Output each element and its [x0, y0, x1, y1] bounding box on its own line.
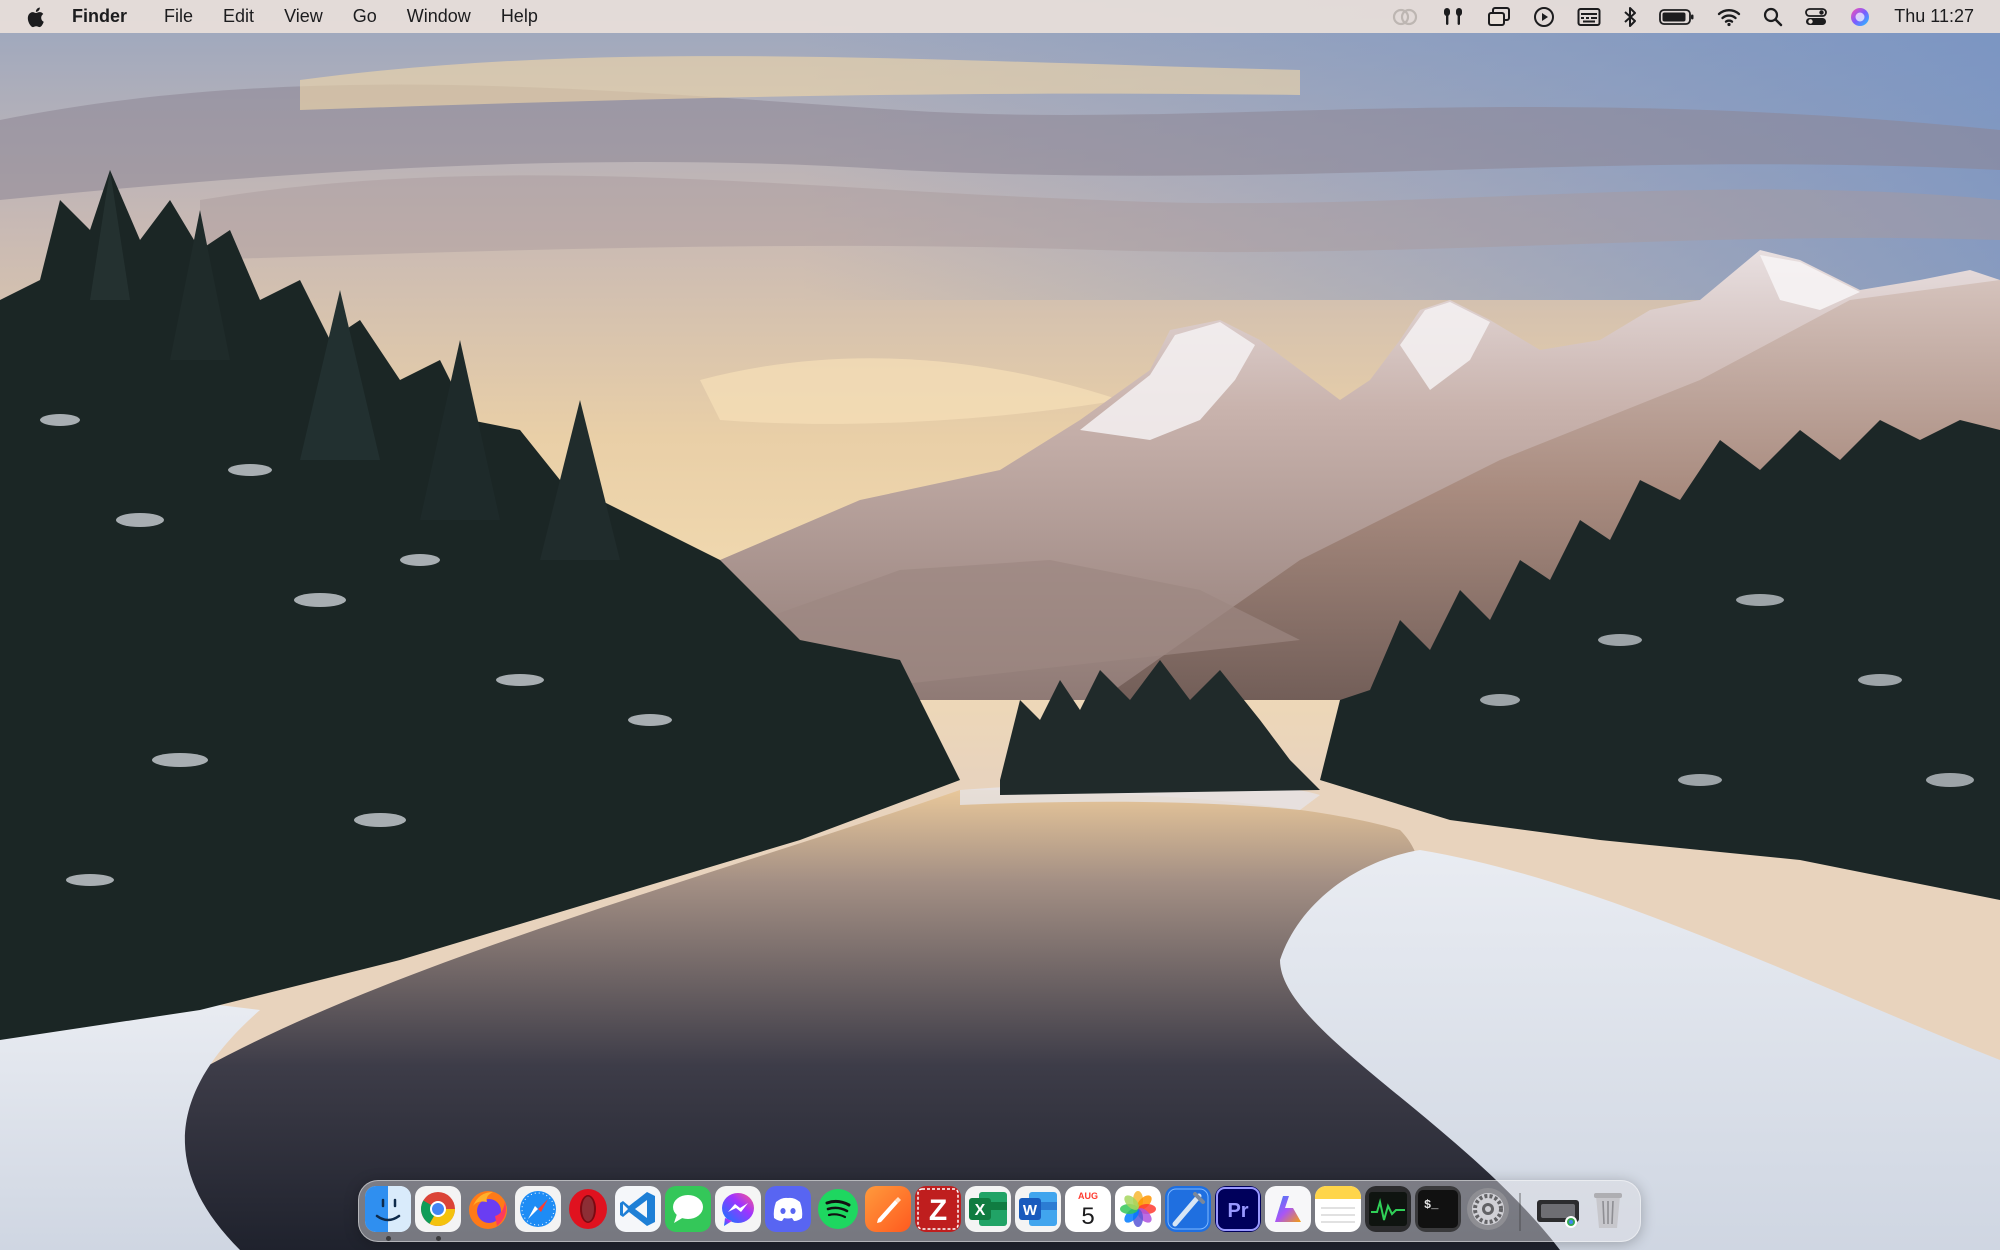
- vscode-icon[interactable]: [615, 1186, 661, 1232]
- wifi-icon[interactable]: [1717, 0, 1741, 33]
- menu-bar-clock[interactable]: Thu 11:27: [1894, 6, 1974, 27]
- dock: Z X W AUG 5 Pr $_: [358, 1180, 1641, 1242]
- menu-bar-status-area: Thu 11:27: [1380, 0, 2000, 33]
- excel-icon[interactable]: X: [965, 1186, 1011, 1232]
- word-icon[interactable]: W: [1015, 1186, 1061, 1232]
- opera-icon[interactable]: [565, 1186, 611, 1232]
- keyboard-input-icon[interactable]: [1577, 0, 1601, 33]
- menu-window[interactable]: Window: [392, 0, 486, 33]
- filezilla-icon[interactable]: Z: [915, 1186, 961, 1232]
- system-settings-icon[interactable]: [1465, 1186, 1511, 1232]
- terminal-icon[interactable]: $_: [1415, 1186, 1461, 1232]
- menu-view[interactable]: View: [269, 0, 338, 33]
- copilot-icon[interactable]: [1265, 1186, 1311, 1232]
- premiere-icon[interactable]: Pr: [1215, 1186, 1261, 1232]
- finder-icon[interactable]: [365, 1186, 411, 1232]
- menu-file[interactable]: File: [149, 0, 208, 33]
- link-icon[interactable]: [1391, 0, 1419, 33]
- now-playing-icon[interactable]: [1533, 0, 1555, 33]
- pen-app-icon[interactable]: [865, 1186, 911, 1232]
- airpods-icon[interactable]: [1441, 0, 1465, 33]
- desktop-wallpaper: [0, 0, 2000, 1250]
- excel-letter: X: [975, 1202, 986, 1219]
- menu-bar: Finder File Edit View Go Window Help Thu…: [0, 0, 2000, 33]
- spotify-icon[interactable]: [815, 1186, 861, 1232]
- premiere-label: Pr: [1227, 1200, 1248, 1222]
- dock-separator: [1519, 1193, 1521, 1231]
- calendar-month: AUG: [1078, 1191, 1098, 1201]
- siri-icon[interactable]: [1849, 0, 1871, 33]
- bluetooth-icon[interactable]: [1623, 0, 1637, 33]
- notes-icon[interactable]: [1315, 1186, 1361, 1232]
- safari-icon[interactable]: [515, 1186, 561, 1232]
- menu-app-name[interactable]: Finder: [72, 0, 149, 33]
- photos-icon[interactable]: [1115, 1186, 1161, 1232]
- battery-icon[interactable]: [1659, 0, 1695, 33]
- screen-capture-icon[interactable]: [1535, 1186, 1581, 1232]
- screen-mirroring-icon[interactable]: [1487, 0, 1511, 33]
- control-center-icon[interactable]: [1805, 0, 1828, 33]
- apple-menu-icon[interactable]: [24, 4, 50, 30]
- finder-running-indicator: [386, 1236, 391, 1241]
- word-letter: W: [1023, 1202, 1038, 1219]
- chrome-running-indicator: [436, 1236, 441, 1241]
- messenger-icon[interactable]: [715, 1186, 761, 1232]
- discord-icon[interactable]: [765, 1186, 811, 1232]
- terminal-prompt: $_: [1424, 1198, 1439, 1212]
- messages-icon[interactable]: [665, 1186, 711, 1232]
- filezilla-letter: Z: [929, 1194, 947, 1227]
- xcode-icon[interactable]: [1165, 1186, 1211, 1232]
- menu-go[interactable]: Go: [338, 0, 392, 33]
- chrome-icon[interactable]: [415, 1186, 461, 1232]
- spotlight-search-icon[interactable]: [1763, 0, 1783, 33]
- menu-edit[interactable]: Edit: [208, 0, 269, 33]
- trash-icon[interactable]: [1585, 1186, 1631, 1232]
- activity-monitor-icon[interactable]: [1365, 1186, 1411, 1232]
- calendar-icon[interactable]: AUG 5: [1065, 1186, 1111, 1232]
- menu-help[interactable]: Help: [486, 0, 553, 33]
- firefox-icon[interactable]: [465, 1186, 511, 1232]
- calendar-day: 5: [1081, 1203, 1094, 1230]
